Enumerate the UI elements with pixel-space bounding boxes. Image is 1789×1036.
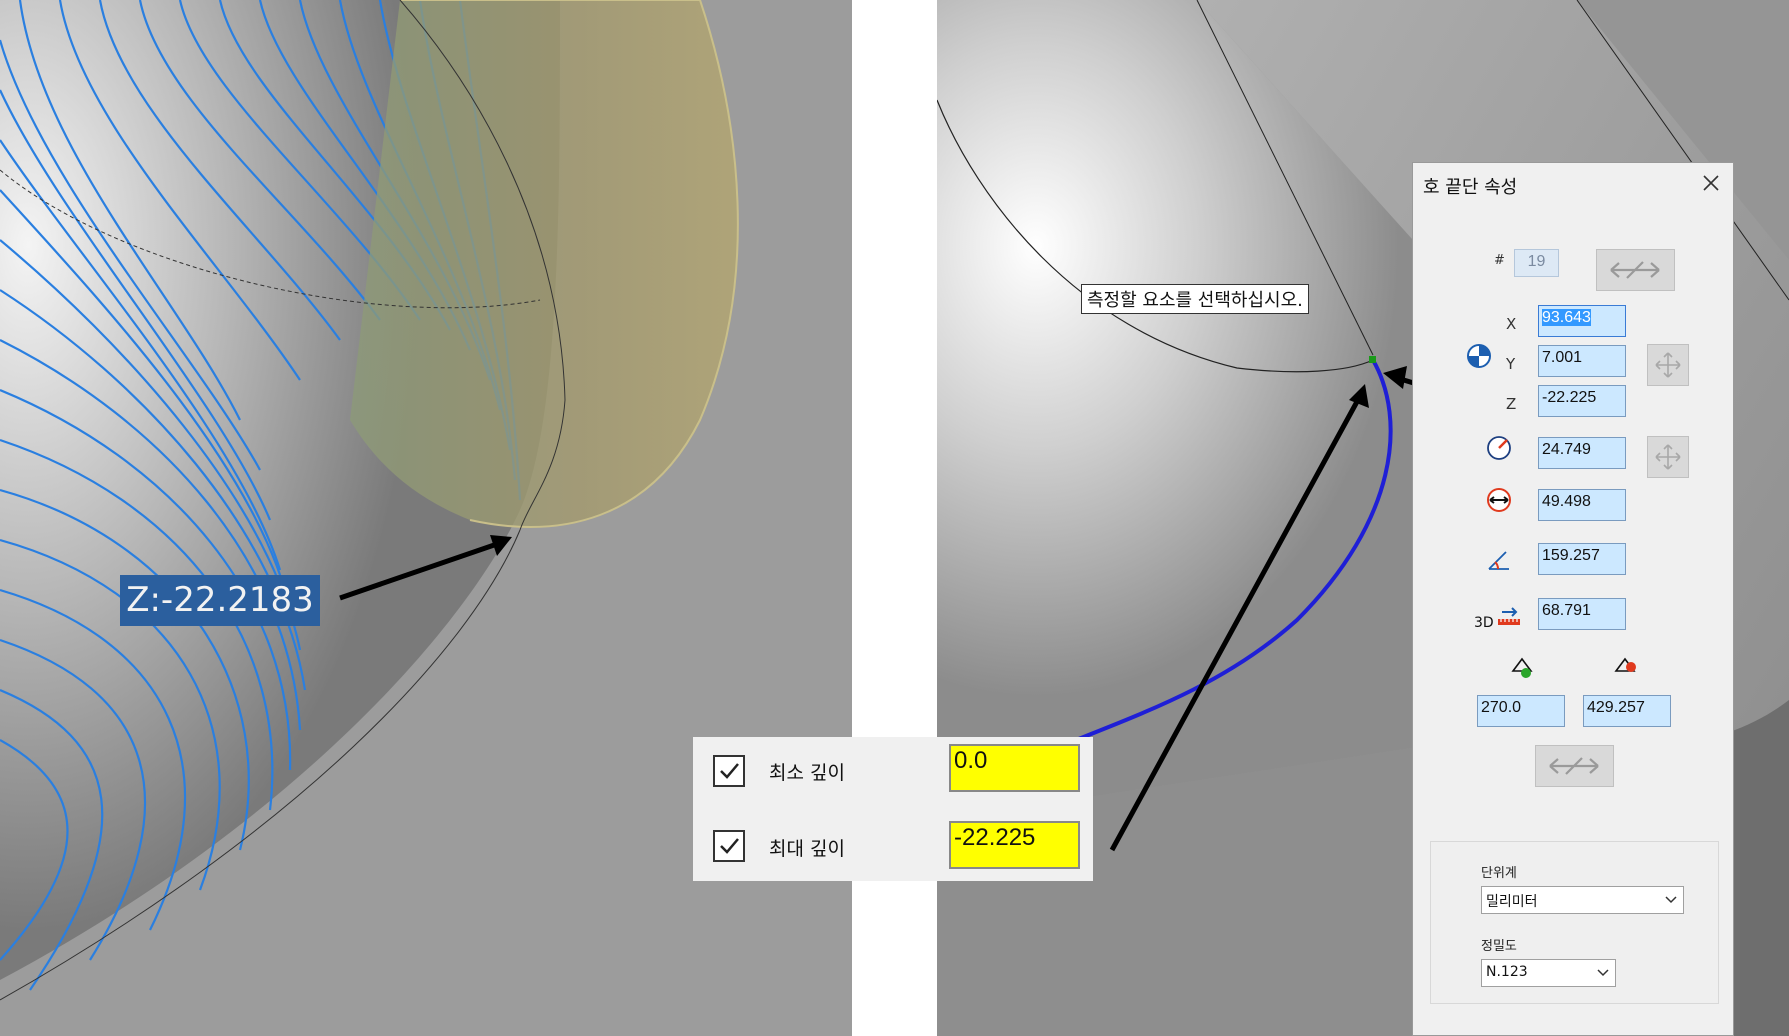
z-coordinate-field[interactable]: -22.225 bbox=[1538, 385, 1626, 417]
units-label: 단위계 bbox=[1481, 866, 1517, 881]
units-group: 단위계 밀리미터 정밀도 N.123 bbox=[1430, 841, 1719, 1004]
x-coordinate-value: 93.643 bbox=[1542, 309, 1591, 326]
length-3d-label: 3D bbox=[1474, 615, 1494, 631]
reverse-arc-button[interactable] bbox=[1535, 745, 1614, 787]
min-depth-checkbox[interactable] bbox=[713, 755, 745, 787]
sweep-angle-icon bbox=[1488, 551, 1509, 570]
max-depth-input[interactable]: -22.225 bbox=[949, 821, 1080, 869]
coordinate-point-icon bbox=[1467, 344, 1491, 368]
close-icon[interactable] bbox=[1701, 173, 1721, 193]
min-depth-label: 최소 깊이 bbox=[769, 762, 845, 784]
move-center-button[interactable] bbox=[1647, 436, 1689, 478]
dialog-body: # 19 X 93.643 Y 7.001 Z -22.225 24.749 4… bbox=[1414, 208, 1732, 1035]
max-depth-checkbox[interactable] bbox=[713, 830, 745, 862]
y-coordinate-field[interactable]: 7.001 bbox=[1538, 345, 1626, 377]
end-angle-icon bbox=[1614, 657, 1636, 672]
units-dropdown[interactable]: 밀리미터 bbox=[1481, 886, 1684, 914]
diameter-icon bbox=[1487, 488, 1511, 512]
radius-icon bbox=[1487, 436, 1511, 460]
dialog-title: 호 끝단 속성 bbox=[1423, 177, 1518, 198]
radius-field[interactable]: 24.749 bbox=[1538, 437, 1626, 469]
checkmark-icon bbox=[720, 763, 739, 779]
arc-length-3d-field[interactable]: 68.791 bbox=[1538, 598, 1626, 630]
selection-prompt-tooltip: 측정할 요소를 선택하십시오. bbox=[1081, 284, 1309, 314]
y-axis-label: Y bbox=[1506, 355, 1516, 373]
x-axis-label: X bbox=[1506, 315, 1517, 333]
precision-selected-value: N.123 bbox=[1486, 964, 1528, 980]
arc-length-icon bbox=[1498, 607, 1520, 625]
diameter-field[interactable]: 49.498 bbox=[1538, 489, 1626, 521]
precision-label: 정밀도 bbox=[1481, 939, 1517, 954]
chevron-down-icon bbox=[1665, 896, 1677, 904]
z-axis-label: Z bbox=[1506, 395, 1517, 413]
end-angle-field[interactable]: 429.257 bbox=[1583, 695, 1671, 727]
depth-settings-panel: 최소 깊이 0.0 최대 깊이 -22.225 bbox=[693, 737, 1093, 881]
double-arrow-icon bbox=[1610, 261, 1660, 279]
max-depth-label: 최대 깊이 bbox=[769, 838, 845, 860]
start-angle-field[interactable]: 270.0 bbox=[1477, 695, 1565, 727]
min-depth-input[interactable]: 0.0 bbox=[949, 744, 1080, 792]
units-selected-value: 밀리미터 bbox=[1486, 894, 1538, 910]
move-icon bbox=[1655, 352, 1681, 378]
sweep-angle-field[interactable]: 159.257 bbox=[1538, 543, 1626, 575]
swap-direction-button[interactable] bbox=[1596, 249, 1675, 291]
checkmark-icon bbox=[720, 838, 739, 854]
z-depth-label: Z:-22.2183 bbox=[120, 575, 320, 626]
precision-dropdown[interactable]: N.123 bbox=[1481, 959, 1616, 987]
element-number-field: 19 bbox=[1514, 249, 1559, 277]
chevron-down-icon bbox=[1597, 969, 1609, 977]
number-label: # bbox=[1494, 253, 1505, 268]
start-angle-icon bbox=[1511, 657, 1533, 678]
arc-end-properties-dialog: 호 끝단 속성 # 19 X 93.643 Y 7.001 Z -22.225 … bbox=[1412, 162, 1734, 1036]
move-icon bbox=[1655, 444, 1681, 470]
x-coordinate-field[interactable]: 93.643 bbox=[1538, 305, 1626, 337]
move-point-button[interactable] bbox=[1647, 344, 1689, 386]
double-arrow-icon bbox=[1549, 757, 1599, 775]
